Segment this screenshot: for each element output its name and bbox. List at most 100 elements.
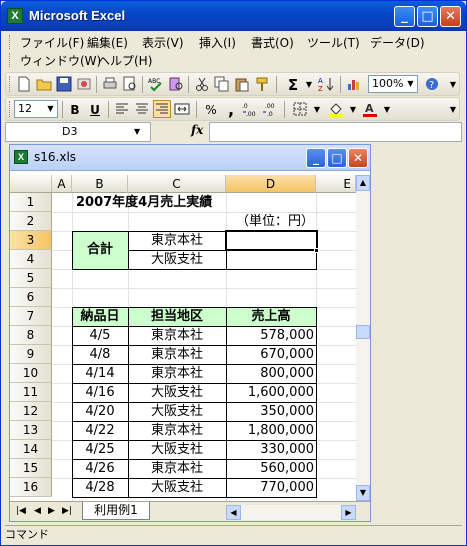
table-cell-sales[interactable]: 350,000	[226, 402, 316, 421]
table-cell-region[interactable]: 大阪支社	[128, 478, 226, 497]
table-cell-date[interactable]: 4/26	[72, 459, 128, 478]
table-cell-date[interactable]: 4/16	[72, 383, 128, 402]
comma-style-button[interactable]: ,	[222, 101, 240, 119]
decrease-decimal-icon[interactable]: .00.0	[262, 101, 278, 117]
sort-ascending-icon[interactable]: AZ	[318, 76, 334, 92]
select-all-corner[interactable]	[10, 175, 52, 193]
table-cell-region[interactable]: 東京本社	[128, 459, 226, 478]
maximize-button[interactable]: □	[417, 6, 438, 27]
row-header[interactable]: 2	[10, 212, 52, 231]
table-cell-sales[interactable]: 1,800,000	[226, 421, 316, 440]
spreadsheet-grid[interactable]: A B C D E 1 2 3 4 5 6 7 8 9 10 11 12 13 …	[10, 175, 356, 501]
row-header[interactable]: 4	[10, 250, 52, 269]
menu-tools[interactable]: ツール(T)	[307, 34, 360, 51]
scroll-left-icon[interactable]: ◀	[226, 505, 241, 520]
header-sales[interactable]: 売上高	[226, 307, 316, 326]
print-icon[interactable]	[102, 76, 118, 92]
workbook-icon[interactable]: X	[14, 150, 28, 164]
toolbar-options-icon[interactable]: ▼	[444, 76, 462, 94]
table-cell-date[interactable]: 4/5	[72, 326, 128, 345]
row-header[interactable]: 9	[10, 345, 52, 364]
cut-icon[interactable]	[194, 76, 210, 92]
table-cell-region[interactable]: 大阪支社	[128, 440, 226, 459]
menu-window[interactable]: ウィンドウ(W)	[20, 52, 101, 69]
unit-label[interactable]: （単位：円）	[226, 212, 316, 231]
align-center-icon[interactable]	[134, 101, 150, 117]
zoom-dropdown-icon[interactable]: ▼	[405, 77, 416, 91]
table-cell-region[interactable]: 東京本社	[128, 345, 226, 364]
print-preview-icon[interactable]	[122, 76, 138, 92]
underline-button[interactable]: U	[86, 101, 104, 119]
column-header-c[interactable]: C	[128, 175, 226, 193]
formula-input[interactable]	[209, 122, 462, 142]
font-color-dropdown-icon[interactable]: ▼	[378, 101, 396, 119]
borders-dropdown-icon[interactable]: ▼	[308, 101, 326, 119]
vertical-scrollbar[interactable]: ▲ ▼	[356, 175, 370, 501]
row-header[interactable]: 3	[10, 231, 52, 250]
bold-button[interactable]: B	[66, 101, 84, 119]
column-header-d[interactable]: D	[226, 175, 316, 193]
menu-help[interactable]: ヘルプ(H)	[98, 52, 152, 69]
sheet-title[interactable]: 2007年度4月売上実績	[76, 193, 212, 212]
table-cell-sales[interactable]: 578,000	[226, 326, 316, 345]
row-header[interactable]: 1	[10, 193, 52, 212]
summary-region-osaka[interactable]: 大阪支社	[128, 250, 226, 269]
row-header[interactable]: 15	[10, 459, 52, 478]
fill-color-dropdown-icon[interactable]: ▼	[344, 101, 362, 119]
insert-function-icon[interactable]: fx	[191, 123, 203, 137]
new-icon[interactable]	[16, 76, 32, 92]
menu-insert[interactable]: 挿入(I)	[199, 34, 236, 51]
summary-value-osaka[interactable]	[226, 250, 316, 269]
menu-view[interactable]: 表示(V)	[142, 34, 184, 51]
copy-icon[interactable]	[214, 76, 230, 92]
row-header[interactable]: 8	[10, 326, 52, 345]
table-cell-sales[interactable]: 330,000	[226, 440, 316, 459]
name-box[interactable]: D3 ▼	[5, 122, 151, 142]
summary-region-tokyo[interactable]: 東京本社	[128, 231, 226, 250]
format-painter-icon[interactable]	[254, 76, 270, 92]
table-cell-date[interactable]: 4/14	[72, 364, 128, 383]
total-label[interactable]: 合計	[72, 240, 128, 259]
menu-edit[interactable]: 編集(E)	[87, 34, 128, 51]
paste-icon[interactable]	[234, 76, 250, 92]
save-icon[interactable]	[56, 76, 72, 92]
scroll-right-icon[interactable]: ▶	[341, 505, 356, 520]
row-header[interactable]: 6	[10, 288, 52, 307]
sheet-tab-active[interactable]: 利用例1	[82, 502, 150, 520]
align-right-icon[interactable]	[153, 100, 171, 118]
table-cell-sales[interactable]: 1,600,000	[226, 383, 316, 402]
prev-sheet-icon[interactable]: ◀	[34, 506, 41, 516]
row-header[interactable]: 10	[10, 364, 52, 383]
autosum-dropdown-icon[interactable]: ▼	[300, 76, 318, 94]
help-icon[interactable]: ?	[424, 76, 440, 92]
percent-style-button[interactable]: %	[202, 101, 220, 119]
minimize-button[interactable]: _	[394, 6, 415, 27]
table-cell-region[interactable]: 東京本社	[128, 326, 226, 345]
open-icon[interactable]	[36, 76, 52, 92]
name-box-dropdown-icon[interactable]: ▼	[134, 123, 140, 141]
toolbar-grip[interactable]	[9, 76, 12, 92]
first-sheet-icon[interactable]: |◀	[16, 506, 26, 516]
table-cell-date[interactable]: 4/28	[72, 478, 128, 497]
table-cell-date[interactable]: 4/20	[72, 402, 128, 421]
table-cell-sales[interactable]: 770,000	[226, 478, 316, 497]
zoom-combo[interactable]: 100% ▼	[368, 75, 418, 93]
workbook-title-bar[interactable]: X s16.xls _ □ ✕	[10, 145, 370, 171]
chart-wizard-icon[interactable]	[346, 76, 362, 92]
toolbar-options-icon[interactable]: ▼	[444, 101, 462, 119]
excel-app-icon[interactable]: X	[7, 8, 23, 24]
row-header[interactable]: 14	[10, 440, 52, 459]
font-size-dropdown-icon[interactable]: ▼	[45, 102, 56, 116]
menu-grip[interactable]	[9, 35, 12, 49]
research-icon[interactable]	[168, 76, 184, 92]
increase-decimal-icon[interactable]: .0.00	[242, 101, 258, 117]
font-size-combo[interactable]: 12 ▼	[14, 100, 58, 118]
toolbar-grip[interactable]	[9, 101, 12, 117]
table-cell-date[interactable]: 4/25	[72, 440, 128, 459]
scroll-down-icon[interactable]: ▼	[356, 485, 370, 501]
menu-format[interactable]: 書式(O)	[251, 34, 294, 51]
workbook-close-button[interactable]: ✕	[348, 148, 368, 168]
menu-file[interactable]: ファイル(F)	[20, 34, 84, 51]
next-sheet-icon[interactable]: ▶	[48, 506, 55, 516]
title-bar[interactable]: X Microsoft Excel _ □ ✕	[1, 1, 466, 31]
